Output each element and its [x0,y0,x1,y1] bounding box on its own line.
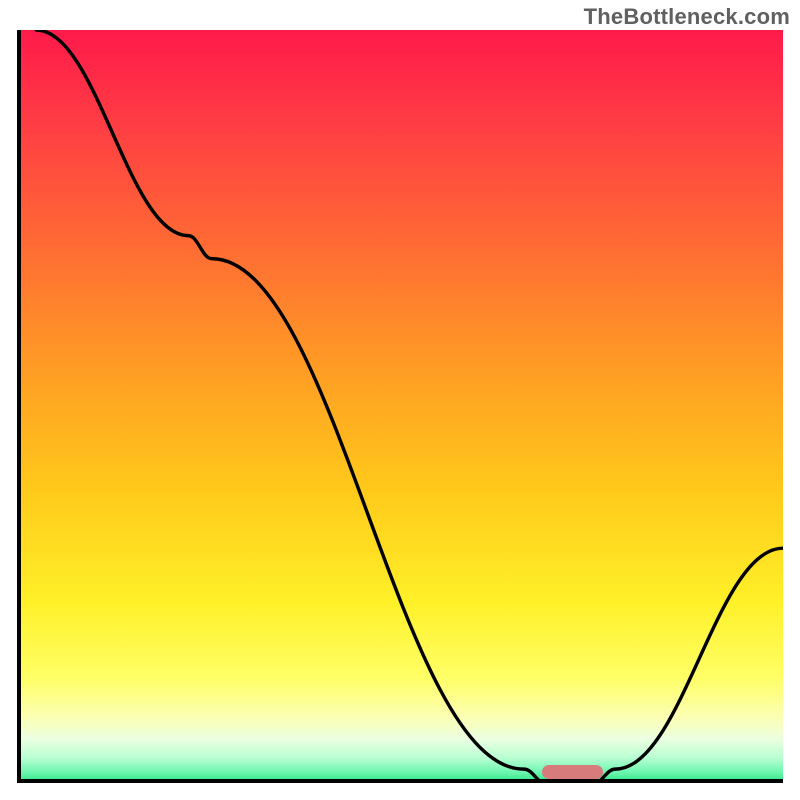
optimum-marker [542,765,603,779]
watermark-text: TheBottleneck.com [584,4,790,30]
bottleneck-curve [21,30,783,783]
plot-area [17,30,783,783]
chart-frame: TheBottleneck.com [0,0,800,800]
